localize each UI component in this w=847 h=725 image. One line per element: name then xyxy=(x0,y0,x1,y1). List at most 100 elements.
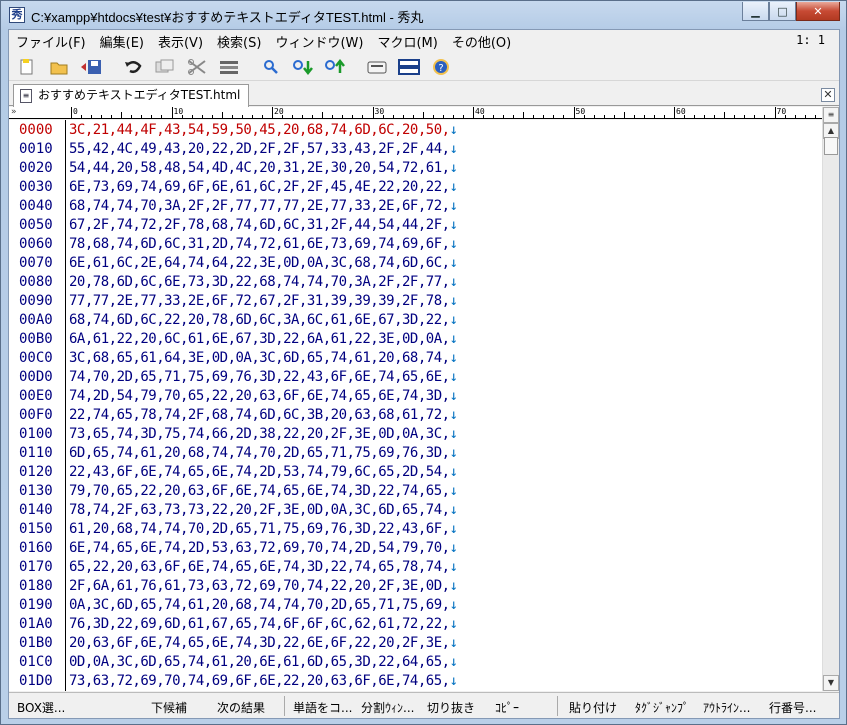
editor-line[interactable]: 00D0 74,70,2D,65,71,75,69,76,3D,22,43,6F,… xyxy=(9,369,822,388)
editor-line[interactable]: 01D0 73,63,72,69,70,74,69,6F,6E,22,20,63,… xyxy=(9,673,822,691)
fkey-line-number[interactable]: 行番号... xyxy=(769,699,816,716)
fkey-paste[interactable]: 貼り付け xyxy=(569,699,617,716)
line-text[interactable]: 73,65,74,3D,75,74,66,2D,38,22,20,2F,3E,0… xyxy=(69,426,450,442)
editor-line[interactable]: 0070 6E,61,6C,2E,64,74,64,22,3E,0D,0A,3C,… xyxy=(9,255,822,274)
editor-line[interactable]: 0100 73,65,74,3D,75,74,66,2D,38,22,20,2F,… xyxy=(9,426,822,445)
fkey-tag-jump[interactable]: ﾀｸﾞｼﾞｬﾝﾌﾟ xyxy=(635,699,689,716)
close-button[interactable]: ✕ xyxy=(796,2,840,21)
editor-line[interactable]: 0190 0A,3C,6D,65,74,61,20,68,74,74,70,2D,… xyxy=(9,597,822,616)
maximize-button[interactable]: □ xyxy=(769,2,796,21)
line-text[interactable]: 3C,68,65,61,64,3E,0D,0A,3C,6D,65,74,61,2… xyxy=(69,350,450,366)
line-text[interactable]: 20,63,6F,6E,74,65,6E,74,3D,22,6E,6F,22,2… xyxy=(69,635,450,651)
line-text[interactable]: 73,63,72,69,70,74,69,6F,6E,22,20,63,6F,6… xyxy=(69,673,450,689)
editor-line[interactable]: 00A0 68,74,6D,6C,22,20,78,6D,6C,3A,6C,61,… xyxy=(9,312,822,331)
minimize-button[interactable]: ▁ xyxy=(742,2,769,21)
editor-line[interactable]: 01C0 0D,0A,3C,6D,65,74,61,20,6E,61,6D,65,… xyxy=(9,654,822,673)
editor-line[interactable]: 0080 20,78,6D,6C,6E,73,3D,22,68,74,74,70,… xyxy=(9,274,822,293)
help-icon[interactable]: ? xyxy=(429,56,453,78)
line-text[interactable]: 76,3D,22,69,6D,61,67,65,74,6F,6F,6C,62,6… xyxy=(69,616,450,632)
paste-icon[interactable] xyxy=(217,56,241,78)
vertical-scrollbar[interactable]: ≡ ▲ ▼ xyxy=(822,107,839,691)
menu-search[interactable]: 検索(S) xyxy=(210,32,268,51)
line-text[interactable]: 0A,3C,6D,65,74,61,20,68,74,74,70,2D,65,7… xyxy=(69,597,450,613)
fkey-word-copy[interactable]: 単語をコ... xyxy=(293,699,352,716)
scroll-mark-icon[interactable]: ≡ xyxy=(823,107,839,123)
editor-line[interactable]: 00C0 3C,68,65,61,64,3E,0D,0A,3C,6D,65,74,… xyxy=(9,350,822,369)
text-editor[interactable]: 0000 3C,21,44,4F,43,54,59,50,45,20,68,74,… xyxy=(9,120,822,691)
menu-macro[interactable]: マクロ(M) xyxy=(370,32,444,51)
editor-line[interactable]: 0120 22,43,6F,6E,74,65,6E,74,2D,53,74,79,… xyxy=(9,464,822,483)
editor-line[interactable]: 0040 68,74,74,70,3A,2F,2F,77,77,77,2E,77,… xyxy=(9,198,822,217)
tab-close-icon[interactable]: ✕ xyxy=(821,88,835,102)
line-text[interactable]: 20,78,6D,6C,6E,73,3D,22,68,74,74,70,3A,2… xyxy=(69,274,450,290)
line-text[interactable]: 54,44,20,58,48,54,4D,4C,20,31,2E,30,20,5… xyxy=(69,160,450,176)
line-text[interactable]: 22,74,65,78,74,2F,68,74,6D,6C,3B,20,63,6… xyxy=(69,407,450,423)
line-text[interactable]: 68,74,6D,6C,22,20,78,6D,6C,3A,6C,61,6E,6… xyxy=(69,312,450,328)
editor-line[interactable]: 00F0 22,74,65,78,74,2F,68,74,6D,6C,3B,20,… xyxy=(9,407,822,426)
editor-line[interactable]: 00B0 6A,61,22,20,6C,61,6E,67,3D,22,6A,61,… xyxy=(9,331,822,350)
hidemaru-app-icon[interactable]: 秀 xyxy=(9,7,25,23)
line-text[interactable]: 6E,73,69,74,69,6F,6E,61,6C,2F,2F,45,4E,2… xyxy=(69,179,450,195)
line-text[interactable]: 6E,61,6C,2E,64,74,64,22,3E,0D,0A,3C,68,7… xyxy=(69,255,450,271)
menu-edit[interactable]: 編集(E) xyxy=(93,32,151,51)
line-text[interactable]: 78,68,74,6D,6C,31,2D,74,72,61,6E,73,69,7… xyxy=(69,236,450,252)
save-icon[interactable] xyxy=(79,56,103,78)
fkey-next-result[interactable]: 次の結果 xyxy=(217,699,265,716)
editor-line[interactable]: 0060 78,68,74,6D,6C,31,2D,74,72,61,6E,73,… xyxy=(9,236,822,255)
line-text[interactable]: 79,70,65,22,20,63,6F,6E,74,65,6E,74,3D,2… xyxy=(69,483,450,499)
line-text[interactable]: 68,74,74,70,3A,2F,2F,77,77,77,2E,77,33,2… xyxy=(69,198,450,214)
line-text[interactable]: 61,20,68,74,74,70,2D,65,71,75,69,76,3D,2… xyxy=(69,521,450,537)
line-text[interactable]: 67,2F,74,72,2F,78,68,74,6D,6C,31,2F,44,5… xyxy=(69,217,450,233)
menu-window[interactable]: ウィンドウ(W) xyxy=(268,32,370,51)
editor-line[interactable]: 0010 55,42,4C,49,43,20,22,2D,2F,2F,57,33,… xyxy=(9,141,822,160)
editor-line[interactable]: 00E0 74,2D,54,79,70,65,22,20,63,6F,6E,74,… xyxy=(9,388,822,407)
scroll-down-icon[interactable]: ▼ xyxy=(823,675,839,691)
line-text[interactable]: 77,77,2E,77,33,2E,6F,72,67,2F,31,39,39,3… xyxy=(69,293,450,309)
fkey-next-candidate[interactable]: 下候補 xyxy=(151,699,187,716)
editor-line[interactable]: 0110 6D,65,74,61,20,68,74,74,70,2D,65,71,… xyxy=(9,445,822,464)
line-text[interactable]: 78,74,2F,63,73,73,22,20,2F,3E,0D,0A,3C,6… xyxy=(69,502,450,518)
title-bar[interactable]: 秀 C:¥xampp¥htdocs¥test¥おすすめテキストエディタTEST.… xyxy=(1,1,846,29)
new-file-icon[interactable] xyxy=(15,56,39,78)
line-text[interactable]: 74,2D,54,79,70,65,22,20,63,6F,6E,74,65,6… xyxy=(69,388,450,404)
line-text[interactable]: 65,22,20,63,6F,6E,74,65,6E,74,3D,22,74,6… xyxy=(69,559,450,575)
editor-line[interactable]: 0000 3C,21,44,4F,43,54,59,50,45,20,68,74,… xyxy=(9,122,822,141)
line-text[interactable]: 22,43,6F,6E,74,65,6E,74,2D,53,74,79,6C,6… xyxy=(69,464,450,480)
editor-line[interactable]: 0160 6E,74,65,6E,74,2D,53,63,72,69,70,74,… xyxy=(9,540,822,559)
keyboard-icon[interactable] xyxy=(365,56,389,78)
find-up-icon[interactable] xyxy=(323,56,347,78)
scroll-thumb[interactable] xyxy=(824,137,838,155)
fkey-box-select[interactable]: BOX選... xyxy=(17,699,65,716)
file-tab[interactable]: ≡ おすすめテキストエディタTEST.html xyxy=(13,84,250,107)
line-text[interactable]: 6A,61,22,20,6C,61,6E,67,3D,22,6A,61,22,3… xyxy=(69,331,450,347)
line-text[interactable]: 6D,65,74,61,20,68,74,74,70,2D,65,71,75,6… xyxy=(69,445,450,461)
fkey-split-window[interactable]: 分割ｳｨﾝ... xyxy=(361,699,414,716)
line-text[interactable]: 6E,74,65,6E,74,2D,53,63,72,69,70,74,2D,5… xyxy=(69,540,450,556)
editor-line[interactable]: 0020 54,44,20,58,48,54,4D,4C,20,31,2E,30,… xyxy=(9,160,822,179)
fkey-copy[interactable]: ｺﾋﾟｰ xyxy=(495,699,519,716)
line-text[interactable]: 0D,0A,3C,6D,65,74,61,20,6E,61,6D,65,3D,2… xyxy=(69,654,450,670)
editor-line[interactable]: 01A0 76,3D,22,69,6D,61,67,65,74,6F,6F,6C,… xyxy=(9,616,822,635)
copy-icon[interactable] xyxy=(153,56,177,78)
line-text[interactable]: 2F,6A,61,76,61,73,63,72,69,70,74,22,20,2… xyxy=(69,578,450,594)
editor-line[interactable]: 0180 2F,6A,61,76,61,73,63,72,69,70,74,22,… xyxy=(9,578,822,597)
open-folder-icon[interactable] xyxy=(47,56,71,78)
menu-other[interactable]: その他(O) xyxy=(445,32,518,51)
line-text[interactable]: 3C,21,44,4F,43,54,59,50,45,20,68,74,6D,6… xyxy=(69,122,450,138)
editor-line[interactable]: 0170 65,22,20,63,6F,6E,74,65,6E,74,3D,22,… xyxy=(9,559,822,578)
editor-line[interactable]: 0150 61,20,68,74,74,70,2D,65,71,75,69,76,… xyxy=(9,521,822,540)
split-window-icon[interactable] xyxy=(397,56,421,78)
editor-line[interactable]: 01B0 20,63,6F,6E,74,65,6E,74,3D,22,6E,6F,… xyxy=(9,635,822,654)
line-text[interactable]: 74,70,2D,65,71,75,69,76,3D,22,43,6F,6E,7… xyxy=(69,369,450,385)
line-text[interactable]: 55,42,4C,49,43,20,22,2D,2F,2F,57,33,43,2… xyxy=(69,141,450,157)
fkey-outline[interactable]: ｱｳﾄﾗｲﾝ... xyxy=(703,699,750,716)
editor-line[interactable]: 0090 77,77,2E,77,33,2E,6F,72,67,2F,31,39,… xyxy=(9,293,822,312)
menu-view[interactable]: 表示(V) xyxy=(151,32,210,51)
editor-line[interactable]: 0050 67,2F,74,72,2F,78,68,74,6D,6C,31,2F,… xyxy=(9,217,822,236)
editor-line[interactable]: 0130 79,70,65,22,20,63,6F,6E,74,65,6E,74,… xyxy=(9,483,822,502)
undo-icon[interactable] xyxy=(121,56,145,78)
fkey-cut[interactable]: 切り抜き xyxy=(427,699,475,716)
find-icon[interactable] xyxy=(259,56,283,78)
editor-line[interactable]: 0030 6E,73,69,74,69,6F,6E,61,6C,2F,2F,45,… xyxy=(9,179,822,198)
find-down-icon[interactable] xyxy=(291,56,315,78)
